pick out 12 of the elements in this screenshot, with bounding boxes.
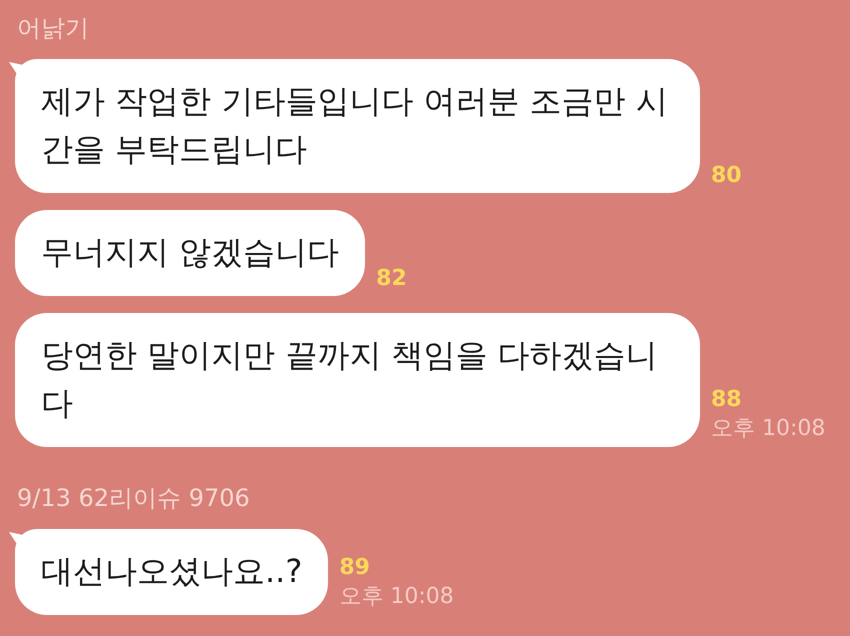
sender-name: 어낡기 — [17, 13, 89, 43]
message-bubble: 제가 작업한 기타들입니다 여러분 조금만 시간을 부탁드립니다 — [9, 59, 700, 193]
sender-name: 9/13 62리이슈 9706 — [17, 483, 250, 513]
message-bubble: 무너지지 않겠습니다 — [9, 210, 366, 296]
unread-count: 80 — [711, 162, 742, 190]
message-bubble: 대선나오셨나요..? — [9, 529, 328, 615]
message-time: 오후 10:08 — [339, 583, 454, 611]
unread-count: 89 — [339, 554, 370, 582]
message-time: 오후 10:08 — [711, 415, 826, 443]
unread-count: 82 — [376, 265, 407, 293]
message-bubble: 당연한 말이지만 끝까지 책임을 다하겠습니다 — [9, 313, 700, 447]
unread-count: 88 — [711, 386, 742, 414]
